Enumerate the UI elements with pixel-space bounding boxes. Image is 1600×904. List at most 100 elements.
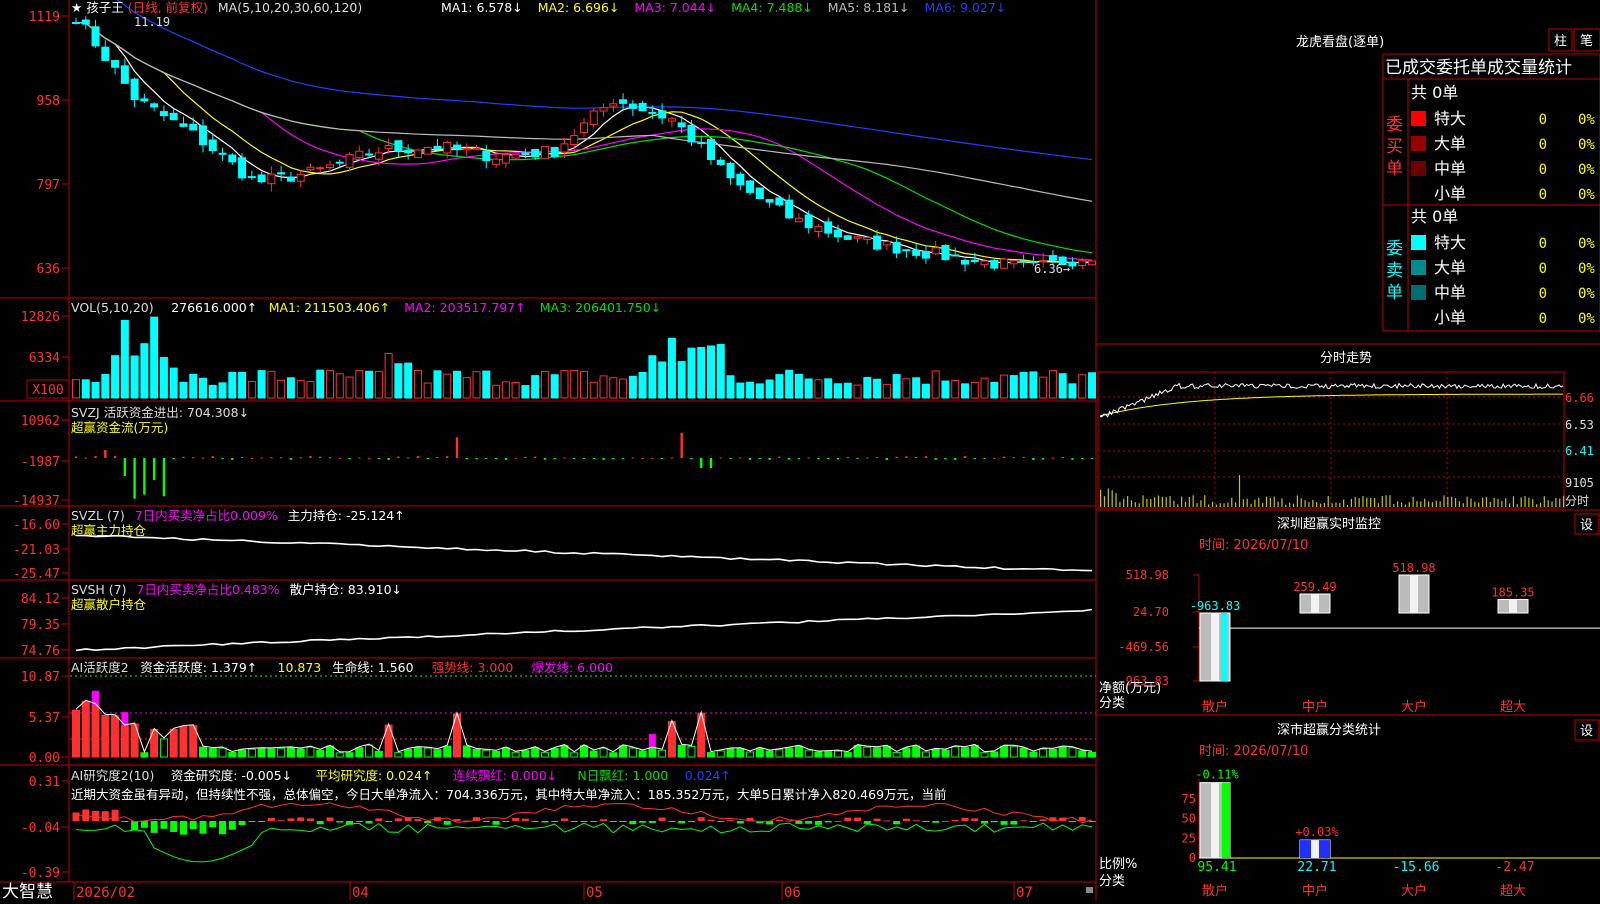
candle[interactable] — [902, 248, 911, 258]
candle[interactable] — [912, 243, 921, 259]
ai-research-bar — [580, 821, 588, 822]
classify-settings-button[interactable]: 设 — [1574, 719, 1600, 741]
candle[interactable] — [453, 141, 461, 157]
pen-mode-button[interactable]: 笔 — [1573, 28, 1600, 52]
candle[interactable] — [765, 199, 774, 208]
candle[interactable] — [707, 137, 715, 165]
candle[interactable] — [482, 144, 491, 169]
candle[interactable] — [72, 17, 80, 25]
candle[interactable] — [794, 213, 803, 223]
monitor-settings-button[interactable]: 设 — [1574, 513, 1600, 535]
candle[interactable] — [619, 93, 628, 112]
candle[interactable] — [101, 40, 110, 62]
candle[interactable] — [941, 244, 950, 261]
candle[interactable] — [843, 235, 852, 240]
candle[interactable] — [140, 93, 149, 104]
ai-activity-bar — [208, 748, 217, 758]
candle[interactable] — [433, 138, 442, 151]
candle[interactable] — [1000, 257, 1009, 269]
candle[interactable] — [824, 217, 833, 238]
candle[interactable] — [599, 103, 608, 117]
candle[interactable] — [208, 133, 217, 154]
candle[interactable] — [961, 258, 969, 272]
candle[interactable] — [169, 109, 178, 121]
classify-bar-2[interactable]: +0.03% 22.71 — [1295, 825, 1339, 875]
monitor-bar-2[interactable]: 259.49 — [1293, 580, 1337, 614]
candle[interactable] — [892, 236, 901, 259]
candle[interactable] — [716, 157, 725, 166]
candle[interactable] — [501, 152, 510, 168]
candle[interactable] — [726, 161, 735, 185]
candle[interactable] — [277, 165, 286, 182]
candle[interactable] — [550, 146, 559, 159]
candle[interactable] — [1019, 254, 1028, 268]
candle[interactable] — [609, 98, 618, 112]
candle[interactable] — [785, 194, 794, 220]
candle[interactable] — [296, 169, 305, 188]
candle[interactable] — [423, 146, 432, 155]
candle[interactable] — [179, 116, 188, 128]
candle[interactable] — [159, 105, 168, 122]
candle[interactable] — [111, 60, 120, 75]
candle[interactable] — [736, 171, 745, 191]
candle[interactable] — [404, 144, 413, 160]
candle[interactable] — [589, 107, 598, 129]
monitor-bar-1[interactable]: -963.83 — [1190, 599, 1241, 682]
candle[interactable] — [882, 241, 891, 251]
candle[interactable] — [638, 100, 647, 112]
candle[interactable] — [306, 163, 315, 172]
candle[interactable] — [853, 235, 862, 243]
monitor-bar-3[interactable]: 518.98 — [1392, 561, 1436, 614]
candle[interactable] — [189, 117, 198, 131]
monitor-bar-4[interactable]: 185.35 — [1491, 585, 1535, 614]
candle[interactable] — [120, 58, 129, 84]
candle[interactable] — [150, 102, 159, 112]
candle[interactable] — [814, 224, 823, 238]
tab-orders[interactable]: 委托单 — [1436, 58, 1487, 78]
bar-mode-button[interactable]: 柱 — [1548, 28, 1573, 52]
candle[interactable] — [218, 147, 227, 161]
candle[interactable] — [755, 187, 764, 200]
candle[interactable] — [257, 171, 266, 184]
candle[interactable] — [462, 143, 471, 156]
candle[interactable] — [863, 235, 872, 245]
candle[interactable] — [628, 100, 637, 116]
tab-volume-stats[interactable]: 成交量统计 — [1487, 58, 1572, 78]
classify-bar-4[interactable]: -2.47 — [1495, 860, 1534, 875]
monitor-axis-label: 24.70 — [1133, 605, 1169, 619]
candle[interactable] — [238, 153, 247, 181]
candle[interactable] — [980, 260, 989, 269]
classify-bar-3[interactable]: -15.66 — [1393, 860, 1440, 875]
candle[interactable] — [130, 77, 139, 108]
candle[interactable] — [199, 119, 207, 153]
classify-bar-1[interactable]: -0.11% 95.41 — [1195, 768, 1239, 875]
svzj-bar — [446, 456, 449, 458]
candle[interactable] — [560, 137, 569, 158]
candle[interactable] — [540, 146, 549, 160]
candle[interactable] — [394, 140, 403, 158]
candle[interactable] — [921, 245, 930, 264]
candle[interactable] — [267, 166, 276, 192]
candle[interactable] — [228, 153, 237, 165]
candle[interactable] — [345, 152, 354, 172]
candle[interactable] — [580, 117, 588, 137]
candle[interactable] — [1009, 260, 1018, 269]
candle[interactable] — [355, 145, 364, 160]
candle[interactable] — [931, 241, 940, 256]
candle[interactable] — [667, 116, 676, 128]
candle[interactable] — [81, 16, 90, 30]
candle[interactable] — [247, 170, 256, 180]
candle[interactable] — [804, 210, 813, 234]
svzj-bar — [612, 458, 615, 459]
lock-icon[interactable] — [1086, 887, 1093, 893]
tab-filled[interactable]: 已成交 — [1385, 58, 1436, 78]
candle[interactable] — [1088, 260, 1096, 266]
candle[interactable] — [775, 196, 784, 207]
volume-bar — [873, 378, 882, 399]
candle[interactable] — [286, 171, 295, 183]
candle[interactable] — [990, 259, 999, 271]
candle[interactable] — [746, 180, 755, 195]
candle[interactable] — [91, 19, 100, 48]
candle[interactable] — [687, 119, 696, 147]
candle[interactable] — [413, 148, 422, 159]
